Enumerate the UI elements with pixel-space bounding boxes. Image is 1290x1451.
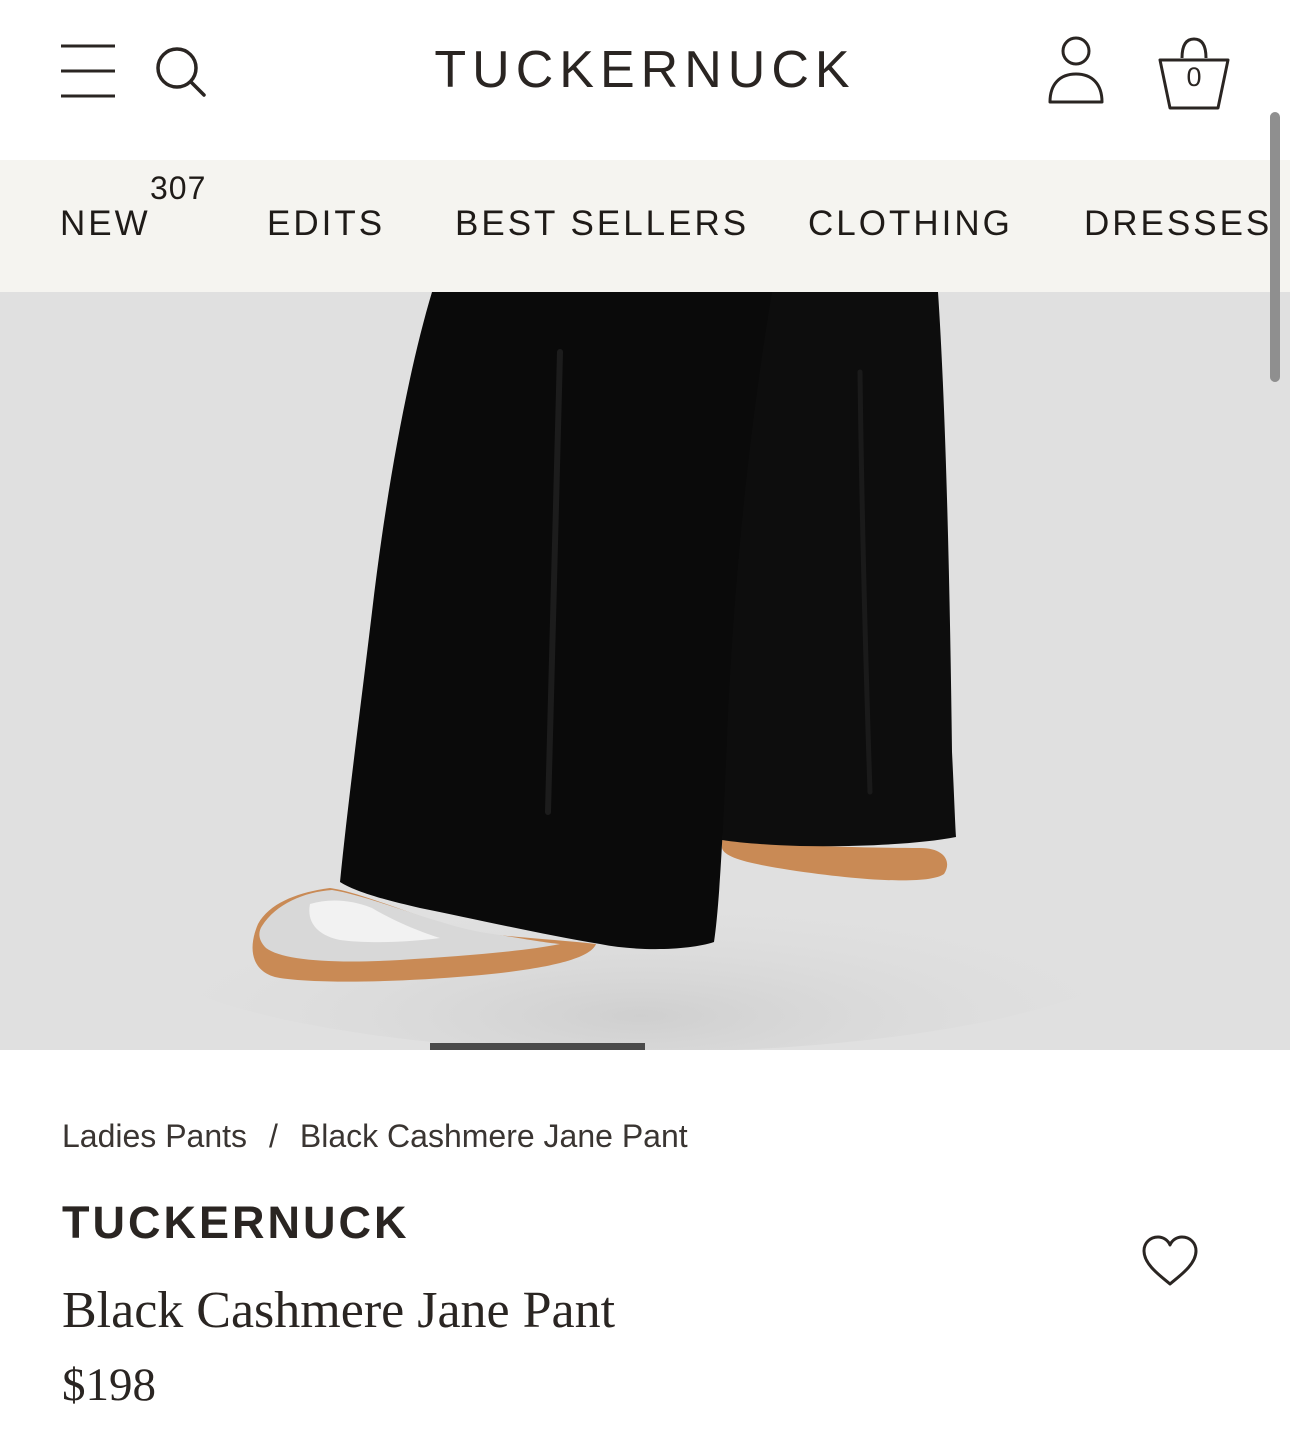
- breadcrumb-link-category[interactable]: Ladies Pants: [62, 1118, 247, 1154]
- nav-item-clothing[interactable]: CLOTHING: [808, 202, 1013, 246]
- nav-item-edits[interactable]: EDITS: [267, 202, 385, 246]
- product-title: Black Cashmere Jane Pant: [62, 1282, 616, 1339]
- breadcrumb-current: Black Cashmere Jane Pant: [299, 1118, 688, 1154]
- site-header: TUCKERNUCK 0: [0, 0, 1290, 160]
- bag-count-badge[interactable]: 0: [1156, 60, 1232, 94]
- nav-item-new[interactable]: NEW: [60, 202, 151, 246]
- scrollbar[interactable]: [1270, 112, 1280, 382]
- heart-icon[interactable]: [1140, 1234, 1200, 1288]
- product-image[interactable]: [0, 292, 1290, 1050]
- product-photo-illustration: [0, 292, 1290, 1050]
- image-carousel-indicator[interactable]: [430, 1043, 645, 1050]
- new-count-badge: 307: [150, 170, 207, 206]
- account-icon[interactable]: [1044, 34, 1108, 108]
- breadcrumb: Ladies Pants / Black Cashmere Jane Pant: [62, 1116, 688, 1156]
- product-price: $198: [62, 1359, 156, 1411]
- breadcrumb-separator: /: [269, 1118, 278, 1154]
- nav-item-dresses[interactable]: DRESSES: [1084, 202, 1272, 246]
- category-nav: 307 NEW EDITS BEST SELLERS CLOTHING DRES…: [0, 160, 1290, 292]
- nav-item-best-sellers[interactable]: BEST SELLERS: [455, 202, 749, 246]
- product-brand[interactable]: TUCKERNUCK: [62, 1196, 409, 1250]
